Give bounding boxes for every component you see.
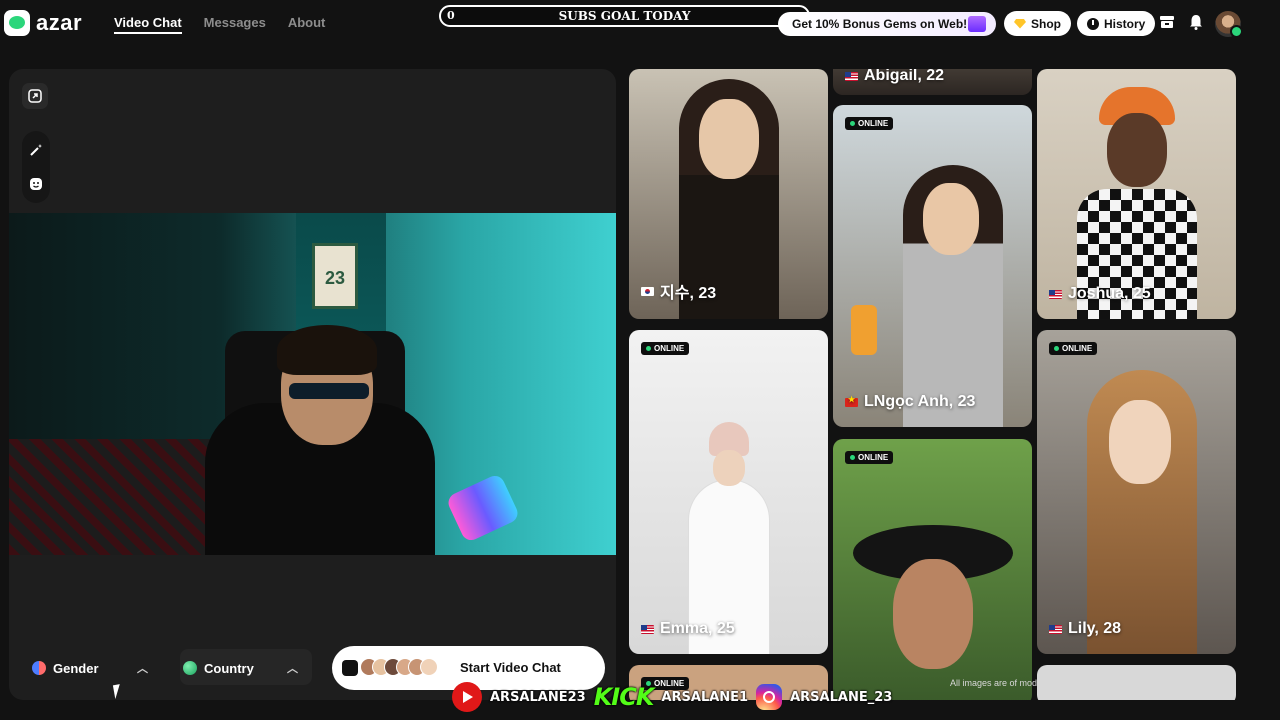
preview-avatars <box>360 658 438 676</box>
profile-photo-face <box>1109 400 1171 484</box>
profile-photo-face <box>1107 113 1167 187</box>
flag-kr-icon <box>641 286 654 296</box>
chevron-up-icon: ︿ <box>137 663 148 675</box>
mouse-cursor <box>112 682 130 700</box>
bed-blanket <box>9 439 229 555</box>
chevron-up-icon: ︿ <box>287 663 298 675</box>
profile-name: Emma, 25 <box>641 620 735 638</box>
flag-vn-icon <box>845 395 858 407</box>
flag-us-icon <box>845 71 858 81</box>
subs-goal-overlay: 0 SUBS GOAL TODAY <box>439 5 810 27</box>
online-badge: ONLINE <box>845 117 894 130</box>
subs-goal-count: 0 <box>447 9 455 22</box>
avatar <box>420 658 438 676</box>
camera-icon <box>342 660 358 676</box>
logo-text: azar <box>36 10 83 35</box>
youtube-icon <box>452 682 482 712</box>
profile-photo-face <box>699 99 759 179</box>
jersey-frame: 23 <box>312 243 358 309</box>
bonus-gems-promo[interactable]: Get 10% Bonus Gems on Web! <box>778 12 996 36</box>
magic-wand-icon[interactable] <box>23 137 49 163</box>
profile-photo-face <box>713 450 745 486</box>
profile-card[interactable]: ONLINE Emma, 25 <box>629 330 828 654</box>
profile-photo-face <box>923 183 979 255</box>
kick-logo-icon: KICK <box>593 683 655 711</box>
online-badge: ONLINE <box>845 451 894 464</box>
sunglasses <box>289 383 369 399</box>
profile-card-grid: 지수, 23 ONLINE Emma, 25 ONLINE Abigail, 2… <box>629 69 1236 700</box>
kick-handle: ARSALANE1 <box>661 689 749 705</box>
profile-card[interactable]: ONLINE Lily, 28 <box>1037 330 1236 654</box>
country-filter-content[interactable]: Country ︿ <box>183 651 298 685</box>
youtube-handle: ARSALANE23 <box>490 689 586 705</box>
instagram-handle: ARSALANE_23 <box>790 689 893 705</box>
nav-about[interactable]: About <box>288 15 326 34</box>
profile-avatar[interactable] <box>1215 11 1243 38</box>
start-video-chat-label: Start Video Chat <box>460 660 561 675</box>
gender-filter[interactable]: Gender ︿ <box>32 651 148 685</box>
flag-us-icon <box>641 624 654 634</box>
stream-social-overlay: ARSALANE23 KICK ARSALANE1 ARSALANE_23 <box>452 680 892 714</box>
profile-name: Abigail, 22 <box>845 69 944 85</box>
nav-messages[interactable]: Messages <box>204 15 266 34</box>
video-chat-panel: 23 Gender ︿ Country ︿ Start Video Chat <box>9 69 616 700</box>
shop-button[interactable]: Shop <box>1004 11 1071 36</box>
profile-card[interactable]: 지수, 23 <box>629 69 828 319</box>
profile-name: 지수, 23 <box>641 279 716 303</box>
profile-name: Joshua, 25 <box>1049 285 1151 303</box>
nav-video-chat[interactable]: Video Chat <box>114 15 182 34</box>
gem-icon <box>1014 18 1026 29</box>
profile-name: Lily, 28 <box>1049 620 1121 638</box>
profile-card[interactable]: Abigail, 22 <box>833 69 1032 95</box>
subs-goal-label: SUBS GOAL TODAY <box>558 9 691 23</box>
logo-icon <box>4 10 30 36</box>
profile-photo-face <box>893 559 973 669</box>
top-bar: azar Video Chat Messages About 0 SUBS GO… <box>0 0 1280 48</box>
gender-icon <box>32 661 46 675</box>
profile-name: LNgọc Anh, 23 <box>845 393 975 411</box>
flag-us-icon <box>1049 624 1062 634</box>
effects-toolbar <box>22 131 50 203</box>
profile-card[interactable]: ONLINE <box>833 439 1032 700</box>
history-button[interactable]: History <box>1077 11 1156 36</box>
profile-card[interactable]: ONLINE LNgọc Anh, 23 <box>833 105 1032 427</box>
store-icon[interactable] <box>1158 14 1176 32</box>
clock-icon <box>1087 17 1099 30</box>
face-filter-icon[interactable] <box>23 171 49 197</box>
online-badge: ONLINE <box>641 342 690 355</box>
shop-label: Shop <box>1031 16 1061 31</box>
juice-glass <box>851 305 877 355</box>
history-label: History <box>1104 16 1146 31</box>
gender-label: Gender <box>53 660 99 676</box>
bell-icon[interactable] <box>1187 14 1205 32</box>
profile-card[interactable]: Joshua, 25 <box>1037 69 1236 319</box>
self-camera-feed: 23 <box>9 213 616 555</box>
streamer-hair <box>277 325 377 375</box>
online-badge: ONLINE <box>1049 342 1098 355</box>
gift-icon <box>968 16 986 32</box>
expand-icon[interactable] <box>22 83 48 109</box>
main-nav: Video Chat Messages About <box>114 15 325 34</box>
flag-us-icon <box>1049 289 1062 299</box>
promo-label: Get 10% Bonus Gems on Web! <box>792 17 968 31</box>
globe-icon <box>183 661 197 675</box>
country-label: Country <box>204 660 254 676</box>
azar-logo[interactable]: azar <box>4 10 82 36</box>
rgb-microphone <box>445 472 521 544</box>
instagram-icon <box>756 684 783 710</box>
disclaimer-text: All images are of models and are used fo… <box>950 678 1220 688</box>
